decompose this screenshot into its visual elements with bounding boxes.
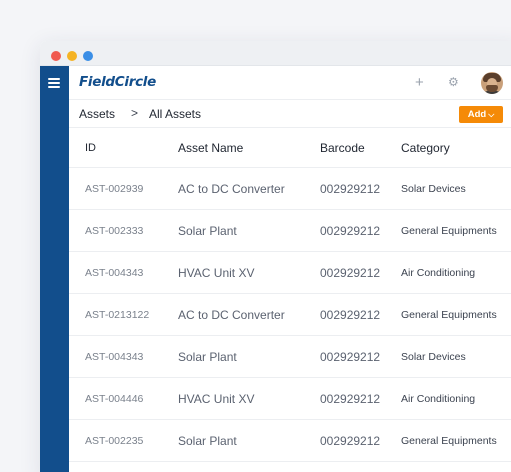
- breadcrumb-all-assets: All Assets: [149, 107, 202, 121]
- add-button[interactable]: Add ⌵: [459, 106, 503, 123]
- asset-barcode: 002929212: [320, 224, 381, 238]
- asset-id: AST-004343: [85, 267, 144, 279]
- sidebar: [40, 66, 69, 472]
- asset-category: General Equipments: [401, 435, 497, 447]
- app-window: FieldCircle + ⚙ Assets > All Assets Add ⌵…: [40, 41, 511, 472]
- asset-name[interactable]: HVAC Unit XV: [178, 378, 254, 420]
- gear-icon[interactable]: ⚙: [448, 75, 459, 89]
- breadcrumb-separator-icon: >: [131, 106, 139, 120]
- table-row[interactable]: AST-002235 Solar Plant 002929212 General…: [69, 420, 511, 462]
- asset-category: General Equipments: [401, 225, 497, 237]
- asset-category: Solar Devices: [401, 351, 466, 363]
- asset-barcode: 002929212: [320, 350, 381, 364]
- column-header-category[interactable]: Category: [401, 128, 450, 168]
- asset-id: AST-002939: [85, 183, 144, 195]
- table-row[interactable]: AST-002939 AC to DC Converter 002929212 …: [69, 168, 511, 210]
- asset-id: AST-002333: [85, 225, 144, 237]
- column-header-id[interactable]: ID: [85, 128, 96, 168]
- table-row[interactable]: AST-0213122 AC to DC Converter 002929212…: [69, 294, 511, 336]
- asset-barcode: 002929212: [320, 266, 381, 280]
- minimize-window-dot[interactable]: [67, 51, 77, 61]
- asset-name[interactable]: AC to DC Converter: [178, 294, 285, 336]
- plus-icon[interactable]: +: [415, 74, 424, 91]
- asset-name[interactable]: AC to DC Converter: [178, 168, 285, 210]
- breadcrumb: Assets > All Assets Add ⌵: [69, 100, 511, 128]
- fieldcircle-logo[interactable]: FieldCircle: [79, 74, 156, 90]
- assets-table: ID Asset Name Barcode Category AST-00293…: [69, 128, 511, 462]
- hamburger-menu-icon[interactable]: [48, 78, 60, 88]
- asset-name[interactable]: Solar Plant: [178, 336, 237, 378]
- asset-category: Air Conditioning: [401, 267, 476, 279]
- main-content: FieldCircle + ⚙ Assets > All Assets Add ⌵…: [69, 66, 511, 472]
- add-button-label: Add: [467, 109, 487, 120]
- table-row[interactable]: AST-002333 Solar Plant 002929212 General…: [69, 210, 511, 252]
- breadcrumb-assets[interactable]: Assets: [79, 107, 115, 121]
- asset-barcode: 002929212: [320, 434, 381, 448]
- asset-category: Air Conditioning: [401, 393, 476, 405]
- user-avatar[interactable]: [481, 72, 503, 94]
- asset-barcode: 002929212: [320, 308, 381, 322]
- chevron-down-icon: ⌵: [488, 110, 495, 119]
- asset-name[interactable]: HVAC Unit XV: [178, 252, 254, 294]
- top-bar: FieldCircle + ⚙: [69, 66, 511, 100]
- asset-barcode: 002929212: [320, 392, 381, 406]
- column-header-asset-name[interactable]: Asset Name: [178, 128, 243, 168]
- maximize-window-dot[interactable]: [83, 51, 93, 61]
- asset-category: Solar Devices: [401, 183, 466, 195]
- asset-name[interactable]: Solar Plant: [178, 420, 237, 462]
- asset-name[interactable]: Solar Plant: [178, 210, 237, 252]
- asset-id: AST-0213122: [85, 309, 150, 321]
- table-header: ID Asset Name Barcode Category: [69, 128, 511, 168]
- column-header-barcode[interactable]: Barcode: [320, 128, 365, 168]
- asset-category: General Equipments: [401, 309, 497, 321]
- asset-barcode: 002929212: [320, 182, 381, 196]
- table-row[interactable]: AST-004343 HVAC Unit XV 002929212 Air Co…: [69, 252, 511, 294]
- window-titlebar: [40, 41, 511, 66]
- close-window-dot[interactable]: [51, 51, 61, 61]
- table-row[interactable]: AST-004446 HVAC Unit XV 002929212 Air Co…: [69, 378, 511, 420]
- asset-id: AST-004446: [85, 393, 144, 405]
- asset-id: AST-004343: [85, 351, 144, 363]
- asset-id: AST-002235: [85, 435, 144, 447]
- table-row[interactable]: AST-004343 Solar Plant 002929212 Solar D…: [69, 336, 511, 378]
